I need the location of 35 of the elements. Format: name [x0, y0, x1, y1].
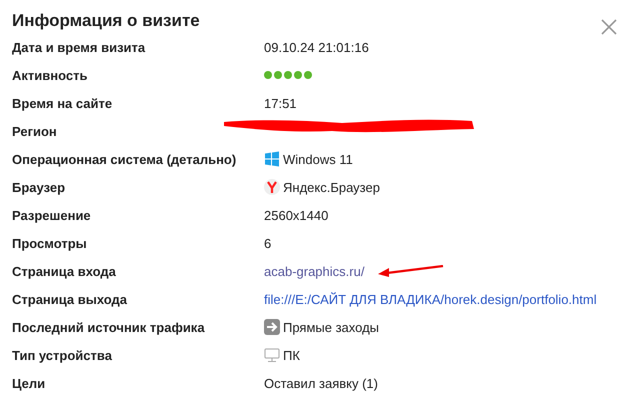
field-label: Тип устройства	[12, 348, 113, 362]
dialog-title: Информация о визите	[12, 11, 200, 31]
field-label: Просмотры	[12, 236, 88, 250]
activity-dot	[274, 71, 282, 79]
field-value: Прямые заходы	[283, 320, 380, 334]
field-value: Яндекс.Браузер	[283, 180, 380, 194]
field-label: Разрешение	[12, 208, 92, 222]
field-label: Браузер	[12, 180, 66, 194]
monitor-icon	[264, 347, 280, 363]
close-icon[interactable]	[601, 19, 617, 35]
activity-dot	[264, 71, 272, 79]
field-label: Страница входа	[12, 264, 117, 278]
field-label: Последний источник трафика	[12, 320, 206, 334]
activity-dot	[294, 71, 302, 79]
y-logo-icon	[264, 179, 280, 195]
field-value: ПК	[283, 348, 300, 362]
page-link[interactable]: file:///E:/САЙТ ДЛЯ ВЛАДИКА/horek.design/portfolio.html	[264, 292, 597, 306]
activity-dot	[304, 71, 312, 79]
windows-icon	[264, 151, 280, 167]
field-value: 17:51	[264, 96, 297, 110]
field-value: Оставил заявку (1)	[264, 376, 378, 390]
field-label: Цели	[12, 376, 46, 390]
field-label: Страница выхода	[12, 292, 128, 306]
field-label: Операционная система (детально)	[12, 152, 238, 166]
activity-dot	[284, 71, 292, 79]
arrow-right-icon	[264, 319, 280, 335]
field-label: Активность	[12, 68, 88, 82]
page-link[interactable]: acab-graphics.ru/	[264, 264, 364, 278]
field-value: Windows 11	[283, 152, 353, 166]
field-value: 2560x1440	[264, 208, 328, 222]
field-label: Дата и время визита	[12, 40, 146, 54]
field-label: Время на сайте	[12, 96, 114, 110]
field-value: 6	[264, 236, 272, 250]
field-value: 09.10.24 21:01:16	[264, 40, 369, 54]
field-label: Регион	[12, 124, 58, 138]
